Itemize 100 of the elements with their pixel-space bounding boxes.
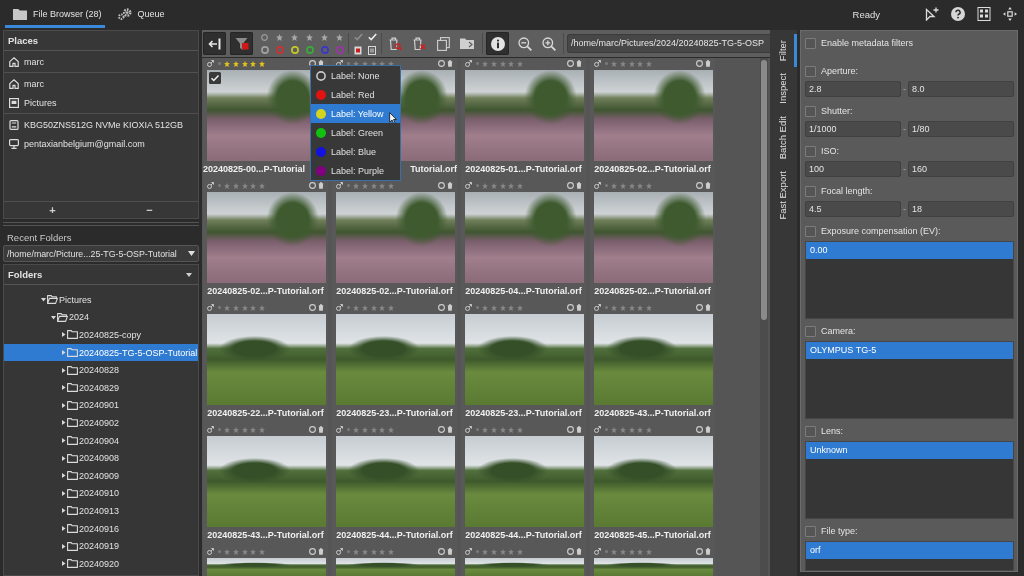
trash-icon[interactable]	[576, 548, 582, 555]
caret-icon[interactable]	[61, 508, 66, 514]
dot-icon[interactable]	[605, 306, 608, 309]
list-item[interactable]: 0.00	[806, 242, 1013, 259]
star-icon[interactable]	[291, 33, 298, 41]
circle-arrow-icon[interactable]	[465, 548, 472, 555]
caret-icon[interactable]	[61, 332, 66, 338]
folder-item[interactable]: 20240908	[4, 449, 198, 467]
star-rating[interactable]	[224, 304, 265, 311]
path-field[interactable]: /home/marc/Pictures/2024/20240825-TG-5-OSP	[567, 34, 770, 53]
dot-icon[interactable]	[218, 62, 221, 65]
star-rating[interactable]	[482, 304, 523, 311]
checkbox[interactable]	[805, 525, 816, 537]
caret-icon[interactable]	[61, 561, 66, 567]
star-rating[interactable]	[482, 182, 523, 189]
star-rating[interactable]	[353, 182, 394, 189]
trash-icon[interactable]	[447, 304, 453, 311]
folder-item[interactable]: 20240829	[4, 378, 198, 397]
folder-item[interactable]: 20240909	[4, 466, 198, 485]
star-rating[interactable]	[611, 426, 652, 433]
dot-icon[interactable]	[218, 550, 221, 553]
dot-icon[interactable]	[347, 306, 350, 309]
info-button[interactable]	[486, 32, 509, 55]
input-field[interactable]: 160	[908, 161, 1014, 177]
trash-icon[interactable]	[576, 426, 582, 433]
dot-icon[interactable]	[347, 550, 350, 553]
document-icon[interactable]	[354, 45, 362, 55]
remove-button[interactable]: −	[101, 202, 198, 218]
trash-icon[interactable]	[447, 182, 453, 189]
caret-icon[interactable]	[51, 314, 56, 320]
caret-icon[interactable]	[61, 473, 66, 479]
trash-icon[interactable]	[318, 426, 324, 433]
caret-icon[interactable]	[61, 490, 66, 496]
input-field[interactable]: 8.0	[908, 81, 1014, 97]
folder-item[interactable]: Pictures	[4, 291, 198, 309]
place-item[interactable]: marc	[4, 74, 198, 93]
place-item[interactable]: marc	[4, 52, 198, 71]
list-item[interactable]: OLYMPUS TG-5	[806, 342, 1013, 359]
star-rating[interactable]	[482, 426, 523, 433]
circle-arrow-icon[interactable]	[207, 548, 214, 555]
checkbox[interactable]	[805, 105, 816, 117]
dot-icon[interactable]	[476, 428, 479, 431]
circle-arrow-icon[interactable]	[465, 304, 472, 311]
help-icon[interactable]	[951, 7, 965, 21]
star-rating[interactable]	[482, 60, 523, 67]
trash-icon[interactable]	[705, 304, 711, 311]
circle-arrow-icon[interactable]	[207, 60, 214, 67]
check-icon[interactable]	[209, 72, 221, 84]
circle-arrow-icon[interactable]	[465, 60, 472, 67]
scrollbar-track[interactable]	[760, 58, 768, 576]
dot-icon[interactable]	[218, 306, 221, 309]
dot-icon[interactable]	[476, 62, 479, 65]
star-rating[interactable]	[353, 304, 394, 311]
dot-icon[interactable]	[605, 184, 608, 187]
folder-item[interactable]: 20240825-copy	[4, 326, 198, 344]
side-tab[interactable]: Inspect	[770, 67, 797, 110]
caret-icon[interactable]	[61, 526, 66, 531]
star-rating[interactable]	[224, 60, 265, 67]
input-field[interactable]: 100	[805, 161, 901, 177]
input-field[interactable]: 4.5	[805, 201, 901, 217]
panel-toggle-button[interactable]	[203, 32, 226, 55]
input-field[interactable]: 1/1000	[805, 121, 901, 137]
star-rating[interactable]	[611, 60, 652, 67]
trash-icon[interactable]	[576, 60, 582, 67]
place-item[interactable]: Pictures	[4, 93, 198, 112]
star-rating[interactable]	[611, 304, 652, 311]
caret-icon[interactable]	[186, 272, 192, 277]
star-rating[interactable]	[224, 426, 265, 433]
list-item[interactable]: Unknown	[806, 442, 1013, 459]
star-rating[interactable]	[353, 548, 394, 555]
pointer-plus-icon[interactable]	[925, 7, 939, 21]
caret-icon[interactable]	[41, 297, 46, 303]
trash-icon[interactable]	[705, 182, 711, 189]
star-rating[interactable]	[353, 426, 394, 433]
checkbox[interactable]	[805, 65, 816, 77]
circle-arrow-icon[interactable]	[594, 182, 601, 189]
folder-item[interactable]: 20240901	[4, 396, 198, 415]
dot-icon[interactable]	[347, 428, 350, 431]
checkbox[interactable]	[805, 325, 816, 337]
circle-arrow-icon[interactable]	[594, 304, 601, 311]
star-icon[interactable]	[276, 33, 283, 41]
star-rating[interactable]	[224, 548, 265, 555]
folder-item[interactable]: 20240825-TG-5-OSP-Tutorial	[4, 343, 198, 362]
folder-item[interactable]: 20240919	[4, 537, 198, 555]
dot-icon[interactable]	[476, 550, 479, 553]
folder-item[interactable]: 20240920	[4, 554, 198, 573]
input-field[interactable]: 18	[908, 201, 1014, 217]
dot-icon[interactable]	[347, 62, 350, 65]
grid-icon[interactable]	[977, 7, 991, 21]
star-rating[interactable]	[611, 548, 652, 555]
caret-icon[interactable]	[61, 420, 66, 426]
ring-icon[interactable]	[290, 46, 299, 54]
folder-item[interactable]: 20240913	[4, 502, 198, 520]
trash-icon[interactable]	[705, 426, 711, 433]
circle-arrow-icon[interactable]	[336, 426, 343, 433]
folder-item[interactable]: 20240916	[4, 519, 198, 538]
checkbox[interactable]	[805, 185, 816, 197]
trash-icon[interactable]	[705, 548, 711, 555]
trash-icon[interactable]	[318, 304, 324, 311]
document-icon[interactable]	[368, 45, 376, 55]
